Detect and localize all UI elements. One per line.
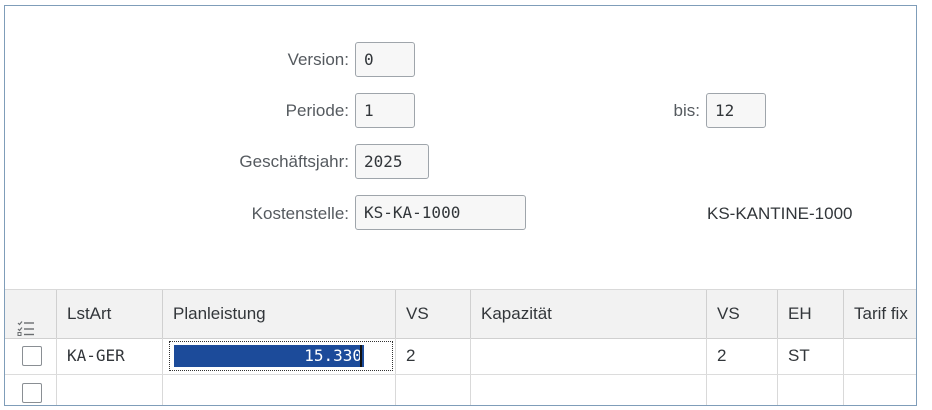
kostenstelle-label: Kostenstelle: (251, 204, 349, 223)
column-vs2[interactable]: VS (707, 290, 778, 338)
checkbox-icon[interactable] (22, 383, 42, 403)
select-all-column[interactable] (5, 290, 57, 338)
column-eh[interactable]: EH (778, 290, 844, 338)
planning-screen: Version: 0 Periode: 1 bis: 12 Geschäftsj… (4, 5, 917, 406)
column-lstart[interactable]: LstArt (57, 290, 163, 338)
row-selector[interactable] (5, 338, 57, 374)
table-row: KA-GER 15.330 2 2 ST (5, 338, 916, 375)
cell-lstart[interactable]: KA-GER (57, 338, 163, 374)
cell-kapazitaet[interactable] (471, 338, 707, 374)
kostenstelle-field[interactable]: KS-KA-1000 (355, 195, 526, 230)
geschaeftsjahr-label: Geschäftsjahr: (239, 152, 349, 171)
cell-vs2[interactable]: 2 (707, 338, 778, 374)
cell-kapazitaet[interactable] (471, 375, 707, 405)
planleistung-value: 15.330 (174, 345, 364, 367)
table-row (5, 375, 916, 405)
column-planleistung[interactable]: Planleistung (163, 290, 396, 338)
row-selector[interactable] (5, 375, 57, 405)
cell-vs2[interactable] (707, 375, 778, 405)
table-header: LstArt Planleistung VS Kapazität VS EH T… (5, 289, 916, 339)
cell-planleistung[interactable] (163, 375, 396, 405)
periode-field[interactable]: 1 (355, 93, 415, 128)
cell-vs1[interactable]: 2 (396, 338, 471, 374)
column-tarif-fix[interactable]: Tarif fix (844, 290, 916, 338)
list-select-icon (17, 307, 35, 338)
bis-field[interactable]: 12 (706, 93, 766, 128)
bis-label: bis: (673, 101, 700, 120)
cell-tarif-fix[interactable] (844, 338, 916, 374)
geschaeftsjahr-field[interactable]: 2025 (355, 144, 429, 179)
cell-eh[interactable] (778, 375, 844, 405)
periode-label: Periode: (285, 101, 349, 120)
cell-eh[interactable]: ST (778, 338, 844, 374)
version-field[interactable]: 0 (355, 42, 415, 77)
kostenstelle-description: KS-KANTINE-1000 (707, 204, 853, 223)
column-vs1[interactable]: VS (396, 290, 471, 338)
column-kapazitaet[interactable]: Kapazität (471, 290, 707, 338)
version-label: Version: (287, 50, 349, 69)
cell-vs1[interactable] (396, 375, 471, 405)
text-cursor (360, 345, 362, 367)
checkbox-icon[interactable] (22, 346, 42, 366)
cell-tarif-fix[interactable] (844, 375, 916, 405)
cell-lstart[interactable] (57, 375, 163, 405)
